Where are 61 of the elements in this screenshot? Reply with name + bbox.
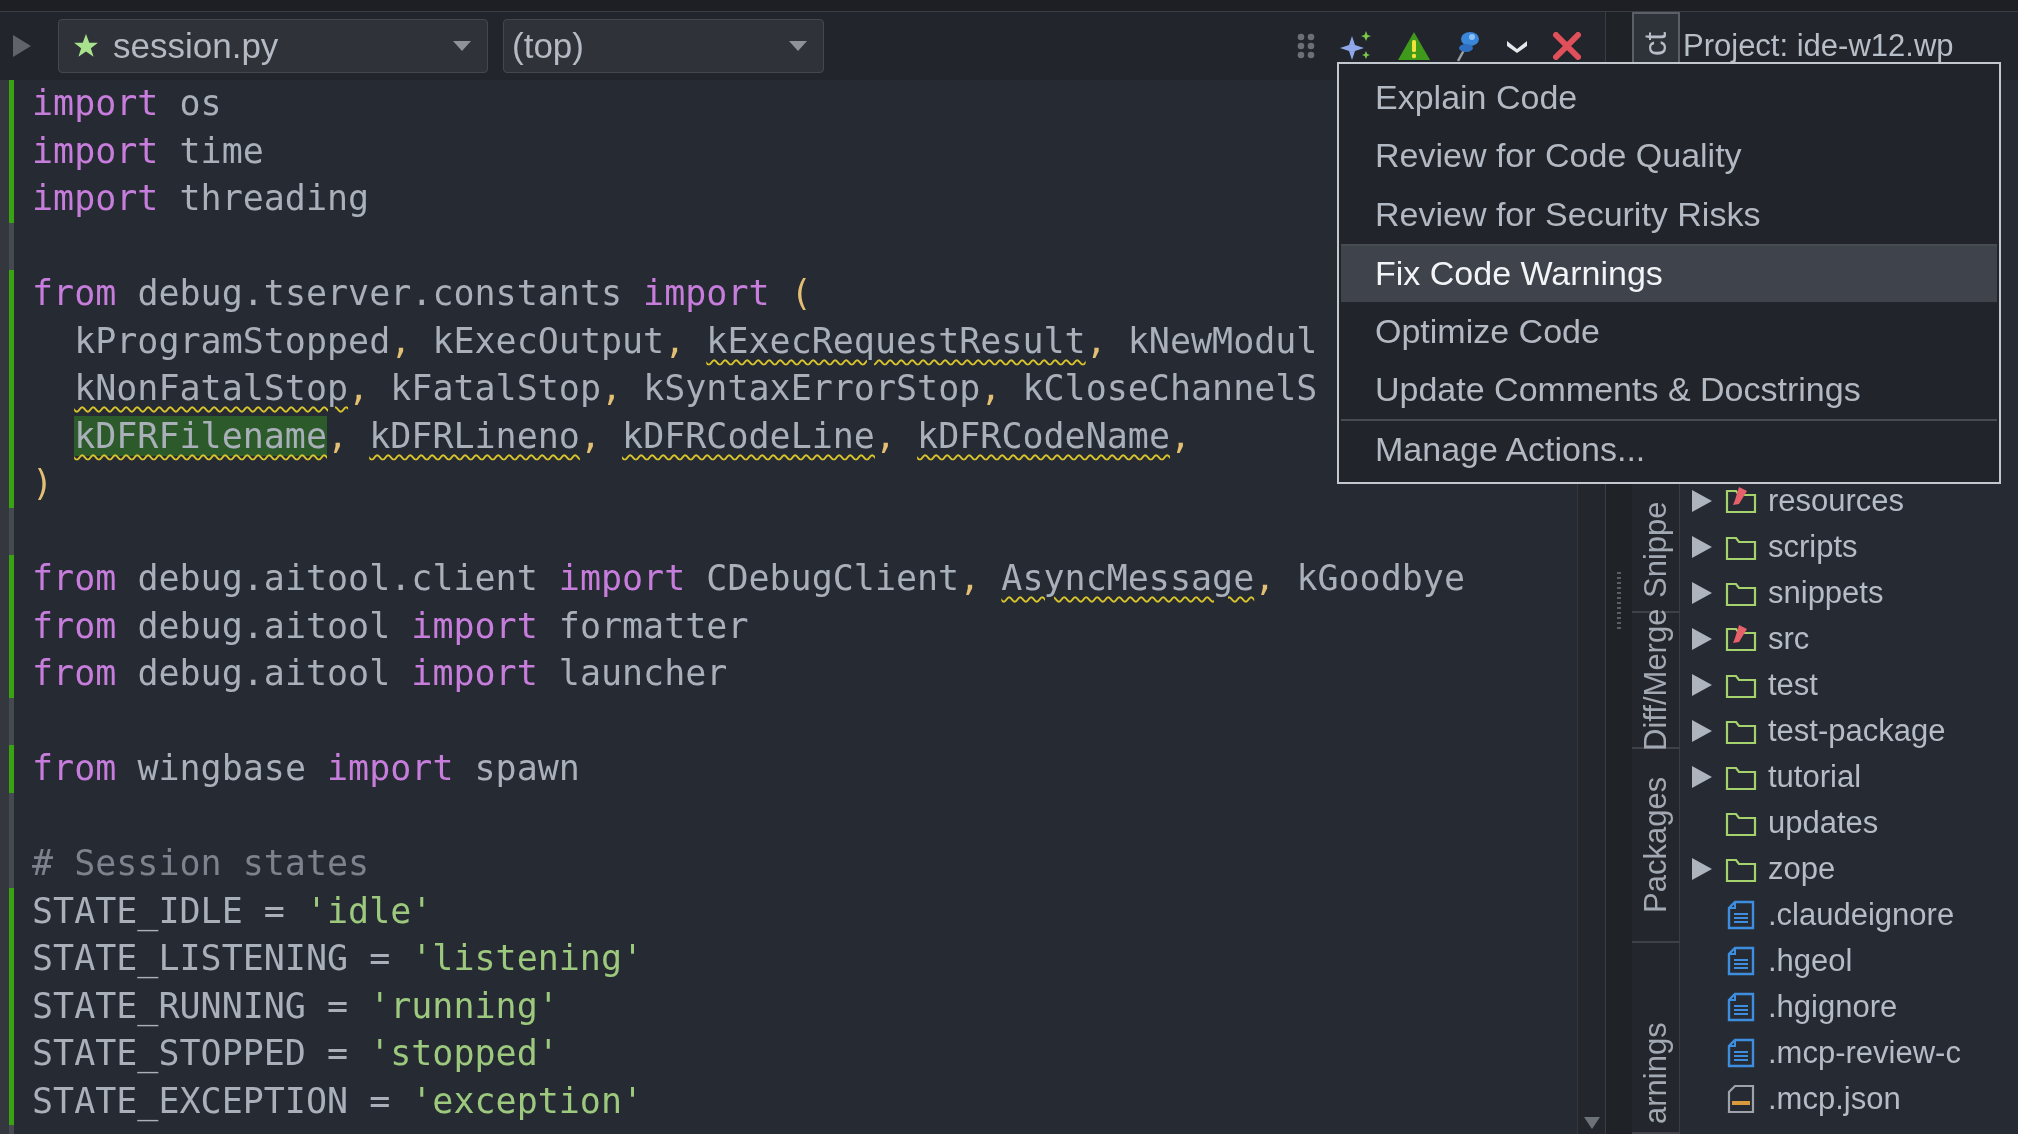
menu-item[interactable]: Review for Security Risks	[1341, 185, 1997, 244]
code-line: from debug.aitool.client import CDebugClient, AsyncMessage, kGoodbye	[31, 557, 1465, 600]
expand-arrow-icon[interactable]	[1691, 535, 1713, 559]
code-line: import threading	[31, 177, 370, 220]
menu-item[interactable]: Update Comments & Docstrings	[1341, 360, 1997, 419]
menu-item[interactable]: Optimize Code	[1341, 302, 1997, 361]
code-line: import time	[31, 129, 264, 173]
scope-selector[interactable]: (top)	[503, 19, 824, 73]
scroll-down-icon[interactable]	[1582, 1116, 1601, 1130]
expand-arrow-icon[interactable]	[1691, 673, 1713, 697]
side-tab[interactable]: arnings	[1632, 943, 1680, 1134]
expand-arrow-icon[interactable]	[1691, 489, 1713, 513]
expand-arrow-icon[interactable]	[1691, 765, 1713, 789]
play-icon[interactable]	[12, 34, 32, 58]
file-selector[interactable]: session.py	[58, 19, 488, 73]
tree-item[interactable]: updates	[1768, 805, 1879, 841]
tree-item[interactable]: test-package	[1768, 713, 1946, 749]
expand-arrow-icon[interactable]	[1691, 581, 1713, 605]
code-line: from debug.aitool import launcher	[31, 652, 728, 695]
code-line: kNonFatalStop, kFatalStop, kSyntaxErrorStop, kCloseChannelS	[73, 367, 1318, 410]
code-line: STATE_EXCEPTION = 'exception'	[31, 1079, 644, 1124]
chevron-down-icon[interactable]	[1505, 38, 1529, 54]
code-line: import os	[31, 82, 222, 125]
tree-item[interactable]: .hgeol	[1768, 943, 1853, 979]
code-line: STATE_RUNNING = 'running'	[31, 984, 559, 1029]
warning-icon[interactable]	[1397, 31, 1431, 61]
tree-item[interactable]: .mcp-review-c	[1768, 1035, 1961, 1071]
tree-item[interactable]: .claudeignore	[1768, 897, 1955, 933]
menu-item[interactable]: Review for Code Quality	[1341, 126, 1997, 185]
expand-arrow-icon[interactable]	[1691, 719, 1713, 743]
code-line: from debug.aitool import formatter	[31, 604, 749, 648]
tree-item[interactable]: snippets	[1768, 575, 1884, 611]
code-line: from debug.tserver.constants import (	[31, 272, 812, 315]
tree-item[interactable]: scripts	[1768, 529, 1858, 565]
tree-item[interactable]: .hgignore	[1768, 989, 1898, 1025]
code-line: from wingbase import spawn	[31, 747, 580, 790]
tree-item[interactable]: zope	[1768, 851, 1836, 887]
menu-item[interactable]: Fix Code Warnings	[1341, 243, 1997, 302]
code-line: kProgramStopped, kExecOutput, kExecRequestResult, kNewModul	[73, 319, 1318, 363]
expand-arrow-icon[interactable]	[1691, 627, 1713, 651]
code-line: STATE_STOPPED = 'stopped'	[31, 1032, 559, 1076]
side-tab[interactable]: Packages	[1632, 749, 1680, 943]
tree-item[interactable]: src	[1768, 621, 1810, 657]
code-line: kDFRFilename, kDFRLineno, kDFRCodeLine, kDFRCodeName,	[73, 414, 1192, 458]
caret-icon	[453, 41, 471, 51]
code-line: STATE_LISTENING = 'listening'	[31, 937, 644, 981]
tree-item[interactable]: tutorial	[1768, 759, 1862, 795]
code-line: )	[31, 462, 54, 505]
menu-item[interactable]: Manage Actions...	[1341, 419, 1997, 478]
tree-item[interactable]: .mcp.json	[1768, 1081, 1901, 1117]
grip-icon[interactable]	[1297, 33, 1315, 59]
pin-icon[interactable]	[1455, 30, 1481, 62]
code-line: STATE_IDLE = 'idle'	[31, 889, 433, 934]
sparkle-icon[interactable]	[1339, 30, 1373, 62]
code-line: # Session states	[31, 842, 370, 885]
tree-item[interactable]: resources	[1768, 483, 1905, 519]
tree-item[interactable]: test	[1768, 667, 1818, 703]
caret-icon	[789, 41, 807, 51]
resize-handle-icon[interactable]	[1616, 572, 1622, 632]
expand-arrow-icon[interactable]	[1691, 857, 1713, 881]
close-icon[interactable]	[1553, 32, 1581, 60]
